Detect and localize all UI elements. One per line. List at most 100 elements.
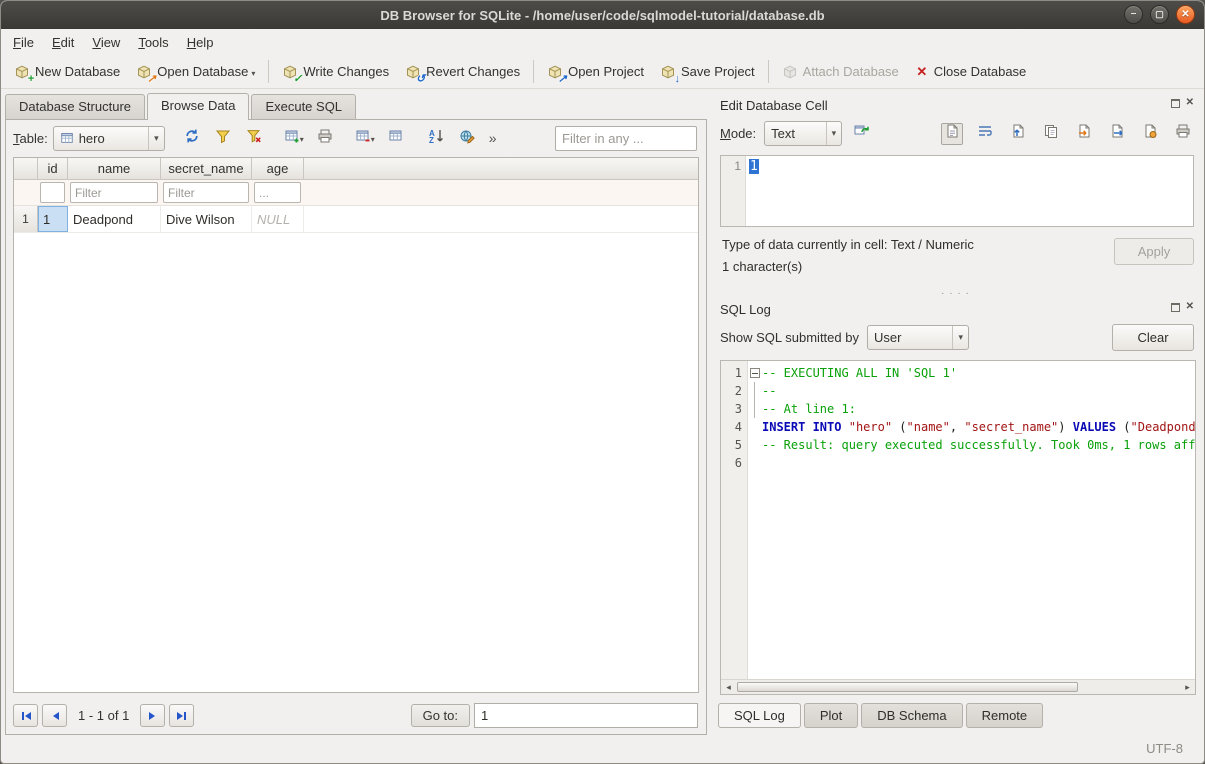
goto-button[interactable]: Go to: [411, 704, 470, 727]
text-mode-button[interactable] [941, 123, 963, 145]
open-project-button[interactable]: Open Project [539, 61, 652, 83]
goto-input[interactable] [474, 703, 698, 728]
column-header-secret-name[interactable]: secret_name [161, 158, 252, 179]
set-null-button[interactable] [1139, 123, 1161, 145]
tab-sql-log[interactable]: SQL Log [718, 703, 801, 728]
export-button[interactable] [1106, 123, 1128, 145]
write-changes-button[interactable]: Write Changes [274, 61, 397, 83]
delete-record-icon [355, 128, 371, 149]
tab-database-structure[interactable]: Database Structure [5, 94, 145, 119]
delete-record-button[interactable] [352, 125, 378, 151]
cell-age[interactable]: NULL [252, 206, 304, 232]
next-page-button[interactable] [140, 704, 165, 727]
cell-secret-name[interactable]: Dive Wilson [161, 206, 252, 232]
horizontal-scrollbar[interactable] [721, 679, 1195, 694]
new-database-label: New Database [35, 64, 120, 79]
filter-button[interactable] [210, 125, 236, 151]
clear-filters-button[interactable] [241, 125, 267, 151]
fold-marker-icon[interactable] [748, 364, 762, 382]
menu-edit[interactable]: Edit [43, 29, 83, 55]
tab-browse-data[interactable]: Browse Data [147, 93, 249, 120]
open-file-icon [1010, 123, 1026, 144]
close-window-icon[interactable] [1176, 5, 1195, 24]
tab-plot[interactable]: Plot [804, 703, 858, 728]
new-database-icon [14, 64, 30, 80]
fold-guide [748, 436, 762, 454]
menu-view[interactable]: View [83, 29, 129, 55]
table-icon [60, 131, 74, 145]
close-dock-icon[interactable] [1186, 302, 1194, 312]
encoding-indicator[interactable]: UTF-8 [1146, 741, 1183, 756]
sql-log-code: -- EXECUTING ALL IN 'SQL 1'---- At line … [748, 361, 1195, 679]
table-selector[interactable]: hero [53, 126, 165, 151]
scroll-left-icon[interactable] [721, 680, 736, 694]
sql-log-line: -- EXECUTING ALL IN 'SQL 1' [748, 364, 1195, 382]
export-icon [1109, 123, 1125, 144]
menu-tools[interactable]: Tools [129, 29, 177, 55]
revert-changes-button[interactable]: Revert Changes [397, 61, 528, 83]
float-dock-icon[interactable] [1171, 303, 1180, 312]
sql-log-body[interactable]: 123456 -- EXECUTING ALL IN 'SQL 1'---- A… [721, 361, 1195, 679]
maximize-icon[interactable] [1150, 5, 1169, 24]
cell-editor[interactable]: 1 1 [720, 155, 1194, 227]
print-table-button[interactable] [312, 125, 338, 151]
delete-record-dropdown-icon[interactable] [371, 129, 375, 147]
close-dock-icon[interactable] [1186, 98, 1194, 108]
filter-input-name[interactable] [70, 182, 158, 203]
clear-log-button[interactable]: Clear [1112, 324, 1194, 351]
menu-help[interactable]: Help [178, 29, 223, 55]
copy-button[interactable] [1040, 123, 1062, 145]
open-database-button[interactable]: Open Database [128, 61, 263, 83]
sql-submitter-selector[interactable]: User [867, 325, 969, 350]
scrollbar-thumb[interactable] [737, 682, 1078, 692]
print-cell-button[interactable] [1172, 123, 1194, 145]
edit-cell-button[interactable] [454, 125, 480, 151]
duplicate-record-button[interactable] [383, 125, 409, 151]
open-database-dropdown-icon[interactable] [253, 64, 255, 79]
filter-input-id[interactable] [40, 182, 65, 203]
scroll-right-icon[interactable] [1180, 680, 1195, 694]
new-record-dropdown-icon[interactable] [300, 129, 304, 147]
previous-page-button[interactable] [42, 704, 67, 727]
import-button[interactable] [1073, 123, 1095, 145]
text-document-icon [944, 123, 960, 144]
mode-label: Mode: [720, 126, 756, 141]
refresh-button[interactable] [179, 125, 205, 151]
word-wrap-button[interactable] [974, 123, 996, 145]
filter-icon [215, 128, 231, 149]
minimize-icon[interactable] [1124, 5, 1143, 24]
tab-execute-sql[interactable]: Execute SQL [251, 94, 356, 119]
open-file-button[interactable] [1007, 123, 1029, 145]
column-header-name[interactable]: name [68, 158, 161, 179]
toolbar-overflow-icon[interactable] [489, 130, 497, 146]
first-page-button[interactable] [13, 704, 38, 727]
cell-name[interactable]: Deadpond [68, 206, 161, 232]
cell-id[interactable]: 1 [38, 206, 68, 232]
close-database-button[interactable]: Close Database [907, 61, 1035, 83]
new-record-button[interactable] [281, 125, 307, 151]
row-number[interactable]: 1 [14, 206, 38, 232]
word-wrap-icon [977, 123, 993, 144]
tab-db-schema[interactable]: DB Schema [861, 703, 962, 728]
filter-input-age[interactable] [254, 182, 301, 203]
tab-remote[interactable]: Remote [966, 703, 1044, 728]
title-bar[interactable]: DB Browser for SQLite - /home/user/code/… [1, 1, 1204, 29]
mode-selector[interactable]: Text [764, 121, 842, 146]
menu-file[interactable]: File [4, 29, 43, 55]
dock-resize-handle[interactable] [715, 287, 1196, 299]
cell-info: Type of data currently in cell: Text / N… [715, 235, 1196, 287]
open-project-icon [547, 64, 563, 80]
filter-input-secret-name[interactable] [163, 182, 249, 203]
column-header-age[interactable]: age [252, 158, 304, 179]
column-header-id[interactable]: id [38, 158, 68, 179]
float-dock-icon[interactable] [1171, 99, 1180, 108]
save-project-icon [660, 64, 676, 80]
filter-any-input[interactable] [555, 126, 697, 151]
save-project-button[interactable]: Save Project [652, 61, 763, 83]
auto-format-button[interactable] [850, 123, 872, 145]
last-page-button[interactable] [169, 704, 194, 727]
sql-log-controls: Show SQL submitted by User Clear [715, 319, 1196, 360]
cell-editor-content[interactable]: 1 [746, 156, 762, 226]
new-database-button[interactable]: New Database [6, 61, 128, 83]
sort-records-button[interactable]: AZ [423, 125, 449, 151]
